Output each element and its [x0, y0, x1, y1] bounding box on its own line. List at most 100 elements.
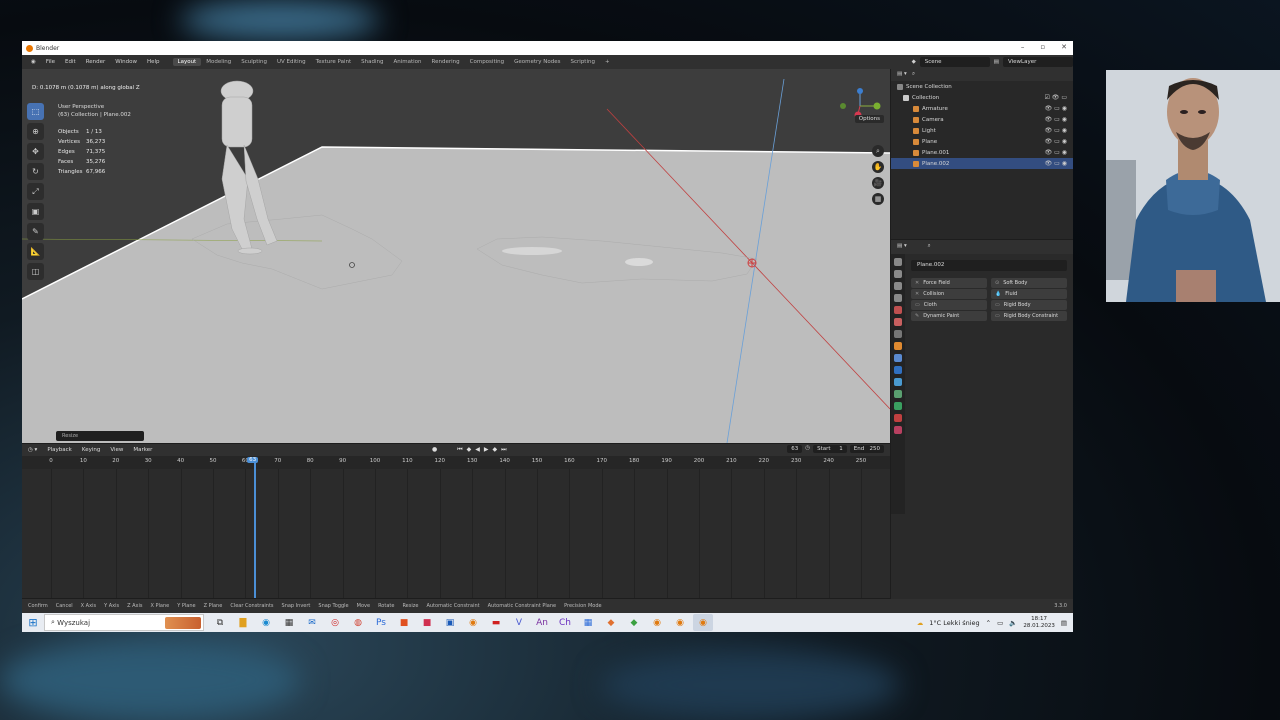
- move-tool-icon[interactable]: ✥: [27, 143, 44, 160]
- outliner-item-plane-002[interactable]: Plane.002 👁 ▭ ◉: [891, 158, 1073, 169]
- outliner-item-light[interactable]: Light 👁 ▭ ◉: [891, 125, 1073, 136]
- workspace-tab-compositing[interactable]: Compositing: [465, 58, 509, 66]
- object-tab-icon[interactable]: [894, 342, 902, 350]
- particles-tab-icon[interactable]: [894, 366, 902, 374]
- character-animator-icon[interactable]: Ch: [555, 614, 575, 631]
- physics-tab-icon[interactable]: [894, 378, 902, 386]
- store-icon[interactable]: ▦: [279, 614, 299, 631]
- jump-end-icon[interactable]: ⏭: [501, 446, 506, 454]
- scene-tab-icon[interactable]: [894, 306, 902, 314]
- outliner-scene-collection[interactable]: Scene Collection: [891, 81, 1073, 92]
- workspace-tab-scripting[interactable]: Scripting: [566, 58, 600, 66]
- viewport-options-dropdown[interactable]: Options: [854, 115, 884, 123]
- outliner-item-plane[interactable]: Plane 👁 ▭ ◉: [891, 136, 1073, 147]
- fluid-button[interactable]: 💧 Fluid: [991, 289, 1067, 299]
- transform-tool-icon[interactable]: ▣: [27, 203, 44, 220]
- rotate-tool-icon[interactable]: ↻: [27, 163, 44, 180]
- blender-menu-icon[interactable]: ◉: [26, 59, 41, 65]
- modifier-tab-icon[interactable]: [894, 354, 902, 362]
- start-frame-field[interactable]: Start 1: [813, 445, 847, 453]
- jump-start-icon[interactable]: ⏮: [457, 446, 462, 454]
- app-icon-grid[interactable]: ▦: [578, 614, 598, 631]
- current-frame-field[interactable]: 63: [787, 445, 803, 453]
- notifications-icon[interactable]: ▤: [1061, 619, 1067, 627]
- collision-button[interactable]: ✕ Collision: [911, 289, 987, 299]
- view-layer-tab-icon[interactable]: [894, 294, 902, 302]
- data-tab-icon[interactable]: [894, 402, 902, 410]
- force-field-button[interactable]: ✕ Force Field: [911, 278, 987, 288]
- timeline-menu-playback[interactable]: Playback: [47, 447, 72, 453]
- select-box-tool-icon[interactable]: ⬚: [27, 103, 44, 120]
- app-icon-blue[interactable]: ▣: [440, 614, 460, 631]
- minimize-button[interactable]: –: [1021, 43, 1025, 51]
- constraints-tab-icon[interactable]: [894, 390, 902, 398]
- outliner-item-plane-001[interactable]: Plane.001 👁 ▭ ◉: [891, 147, 1073, 158]
- cursor-tool-icon[interactable]: ⊕: [27, 123, 44, 140]
- perspective-grid-icon[interactable]: ▦: [872, 193, 884, 205]
- menu-file[interactable]: File: [41, 59, 60, 65]
- timeline-ruler[interactable]: 0 10 20 30 40 50 60 70 80 90 100 110 120 130 140 150 160…: [22, 458, 890, 468]
- workspace-tab-sculpting[interactable]: Sculpting: [236, 58, 272, 66]
- close-button[interactable]: ✕: [1061, 43, 1067, 51]
- menu-help[interactable]: Help: [142, 59, 165, 65]
- menu-window[interactable]: Window: [110, 59, 142, 65]
- timeline-menu-view[interactable]: View: [110, 447, 123, 453]
- workspace-tab-texture-paint[interactable]: Texture Paint: [311, 58, 357, 66]
- play-icon[interactable]: ▶: [484, 446, 489, 454]
- app-icon-v[interactable]: V: [509, 614, 529, 631]
- workspace-tab-layout[interactable]: Layout: [172, 58, 202, 66]
- menu-edit[interactable]: Edit: [60, 59, 81, 65]
- prev-keyframe-icon[interactable]: ◆: [467, 446, 472, 454]
- scene-selector[interactable]: Scene: [919, 57, 990, 67]
- app-icon-green[interactable]: ◆: [624, 614, 644, 631]
- soft-body-button[interactable]: ⊙ Soft Body: [991, 278, 1067, 288]
- tool-tab-icon[interactable]: [894, 258, 902, 266]
- rigid-body-button[interactable]: ▭ Rigid Body: [991, 300, 1067, 310]
- world-tab-icon[interactable]: [894, 318, 902, 326]
- object-name-field[interactable]: Plane.002: [911, 260, 1067, 271]
- rigid-body-constraint-button[interactable]: ▭ Rigid Body Constraint: [991, 311, 1067, 321]
- last-operator-panel[interactable]: Resize: [56, 431, 144, 441]
- maximize-button[interactable]: ▫: [1040, 43, 1045, 51]
- animate-icon[interactable]: An: [532, 614, 552, 631]
- blender-taskbar-icon-active[interactable]: ◉: [693, 614, 713, 631]
- timeline-area[interactable]: [22, 469, 890, 598]
- workspace-tab-geometry-nodes[interactable]: Geometry Nodes: [509, 58, 565, 66]
- timeline-menu-keying[interactable]: Keying: [82, 447, 100, 453]
- cloth-button[interactable]: ▭ Cloth: [911, 300, 987, 310]
- view-layer-selector[interactable]: ViewLayer: [1003, 57, 1073, 67]
- workspace-tab-animation[interactable]: Animation: [388, 58, 426, 66]
- 3d-viewport[interactable]: D: 0.1078 m (0.1078 m) along global Z Us…: [22, 69, 890, 443]
- timeline-editor-type-icon[interactable]: ◷ ▾: [28, 447, 37, 453]
- blender-taskbar-icon[interactable]: ◉: [463, 614, 483, 631]
- workspace-tab-shading[interactable]: Shading: [356, 58, 388, 66]
- measure-tool-icon[interactable]: 📐: [27, 243, 44, 260]
- app-icon-red[interactable]: ■: [417, 614, 437, 631]
- chrome-icon[interactable]: ◍: [348, 614, 368, 631]
- blender-taskbar-icon-3[interactable]: ◉: [670, 614, 690, 631]
- blender-taskbar-icon-2[interactable]: ◉: [647, 614, 667, 631]
- render-tab-icon[interactable]: [894, 270, 902, 278]
- camera-view-icon[interactable]: 🎥: [872, 177, 884, 189]
- outliner-collection[interactable]: Collection ☑ 👁 ▭: [891, 92, 1073, 103]
- app-icon-orange[interactable]: ■: [394, 614, 414, 631]
- scale-tool-icon[interactable]: ⤢: [27, 183, 44, 200]
- record-icon[interactable]: ●: [432, 446, 437, 454]
- collection-tab-icon[interactable]: [894, 330, 902, 338]
- pan-hand-icon[interactable]: ✋: [872, 161, 884, 173]
- opera-icon[interactable]: ◎: [325, 614, 345, 631]
- output-tab-icon[interactable]: [894, 282, 902, 290]
- workspace-tab-uv-editing[interactable]: UV Editing: [272, 58, 311, 66]
- timeline-menu-marker[interactable]: Marker: [133, 447, 152, 453]
- clock[interactable]: 18:17 28.01.2023: [1023, 616, 1055, 630]
- workspace-tab-rendering[interactable]: Rendering: [427, 58, 465, 66]
- texture-tab-icon[interactable]: [894, 426, 902, 434]
- workspace-tab-modeling[interactable]: Modeling: [201, 58, 236, 66]
- network-icon[interactable]: ▭: [997, 619, 1003, 627]
- mail-icon[interactable]: ✉: [302, 614, 322, 631]
- dynamic-paint-button[interactable]: ✎ Dynamic Paint: [911, 311, 987, 321]
- zoom-icon[interactable]: ⌕: [872, 145, 884, 157]
- windows-start-icon[interactable]: ⊞: [22, 613, 44, 632]
- menu-render[interactable]: Render: [81, 59, 111, 65]
- end-frame-field[interactable]: End 250: [849, 445, 884, 453]
